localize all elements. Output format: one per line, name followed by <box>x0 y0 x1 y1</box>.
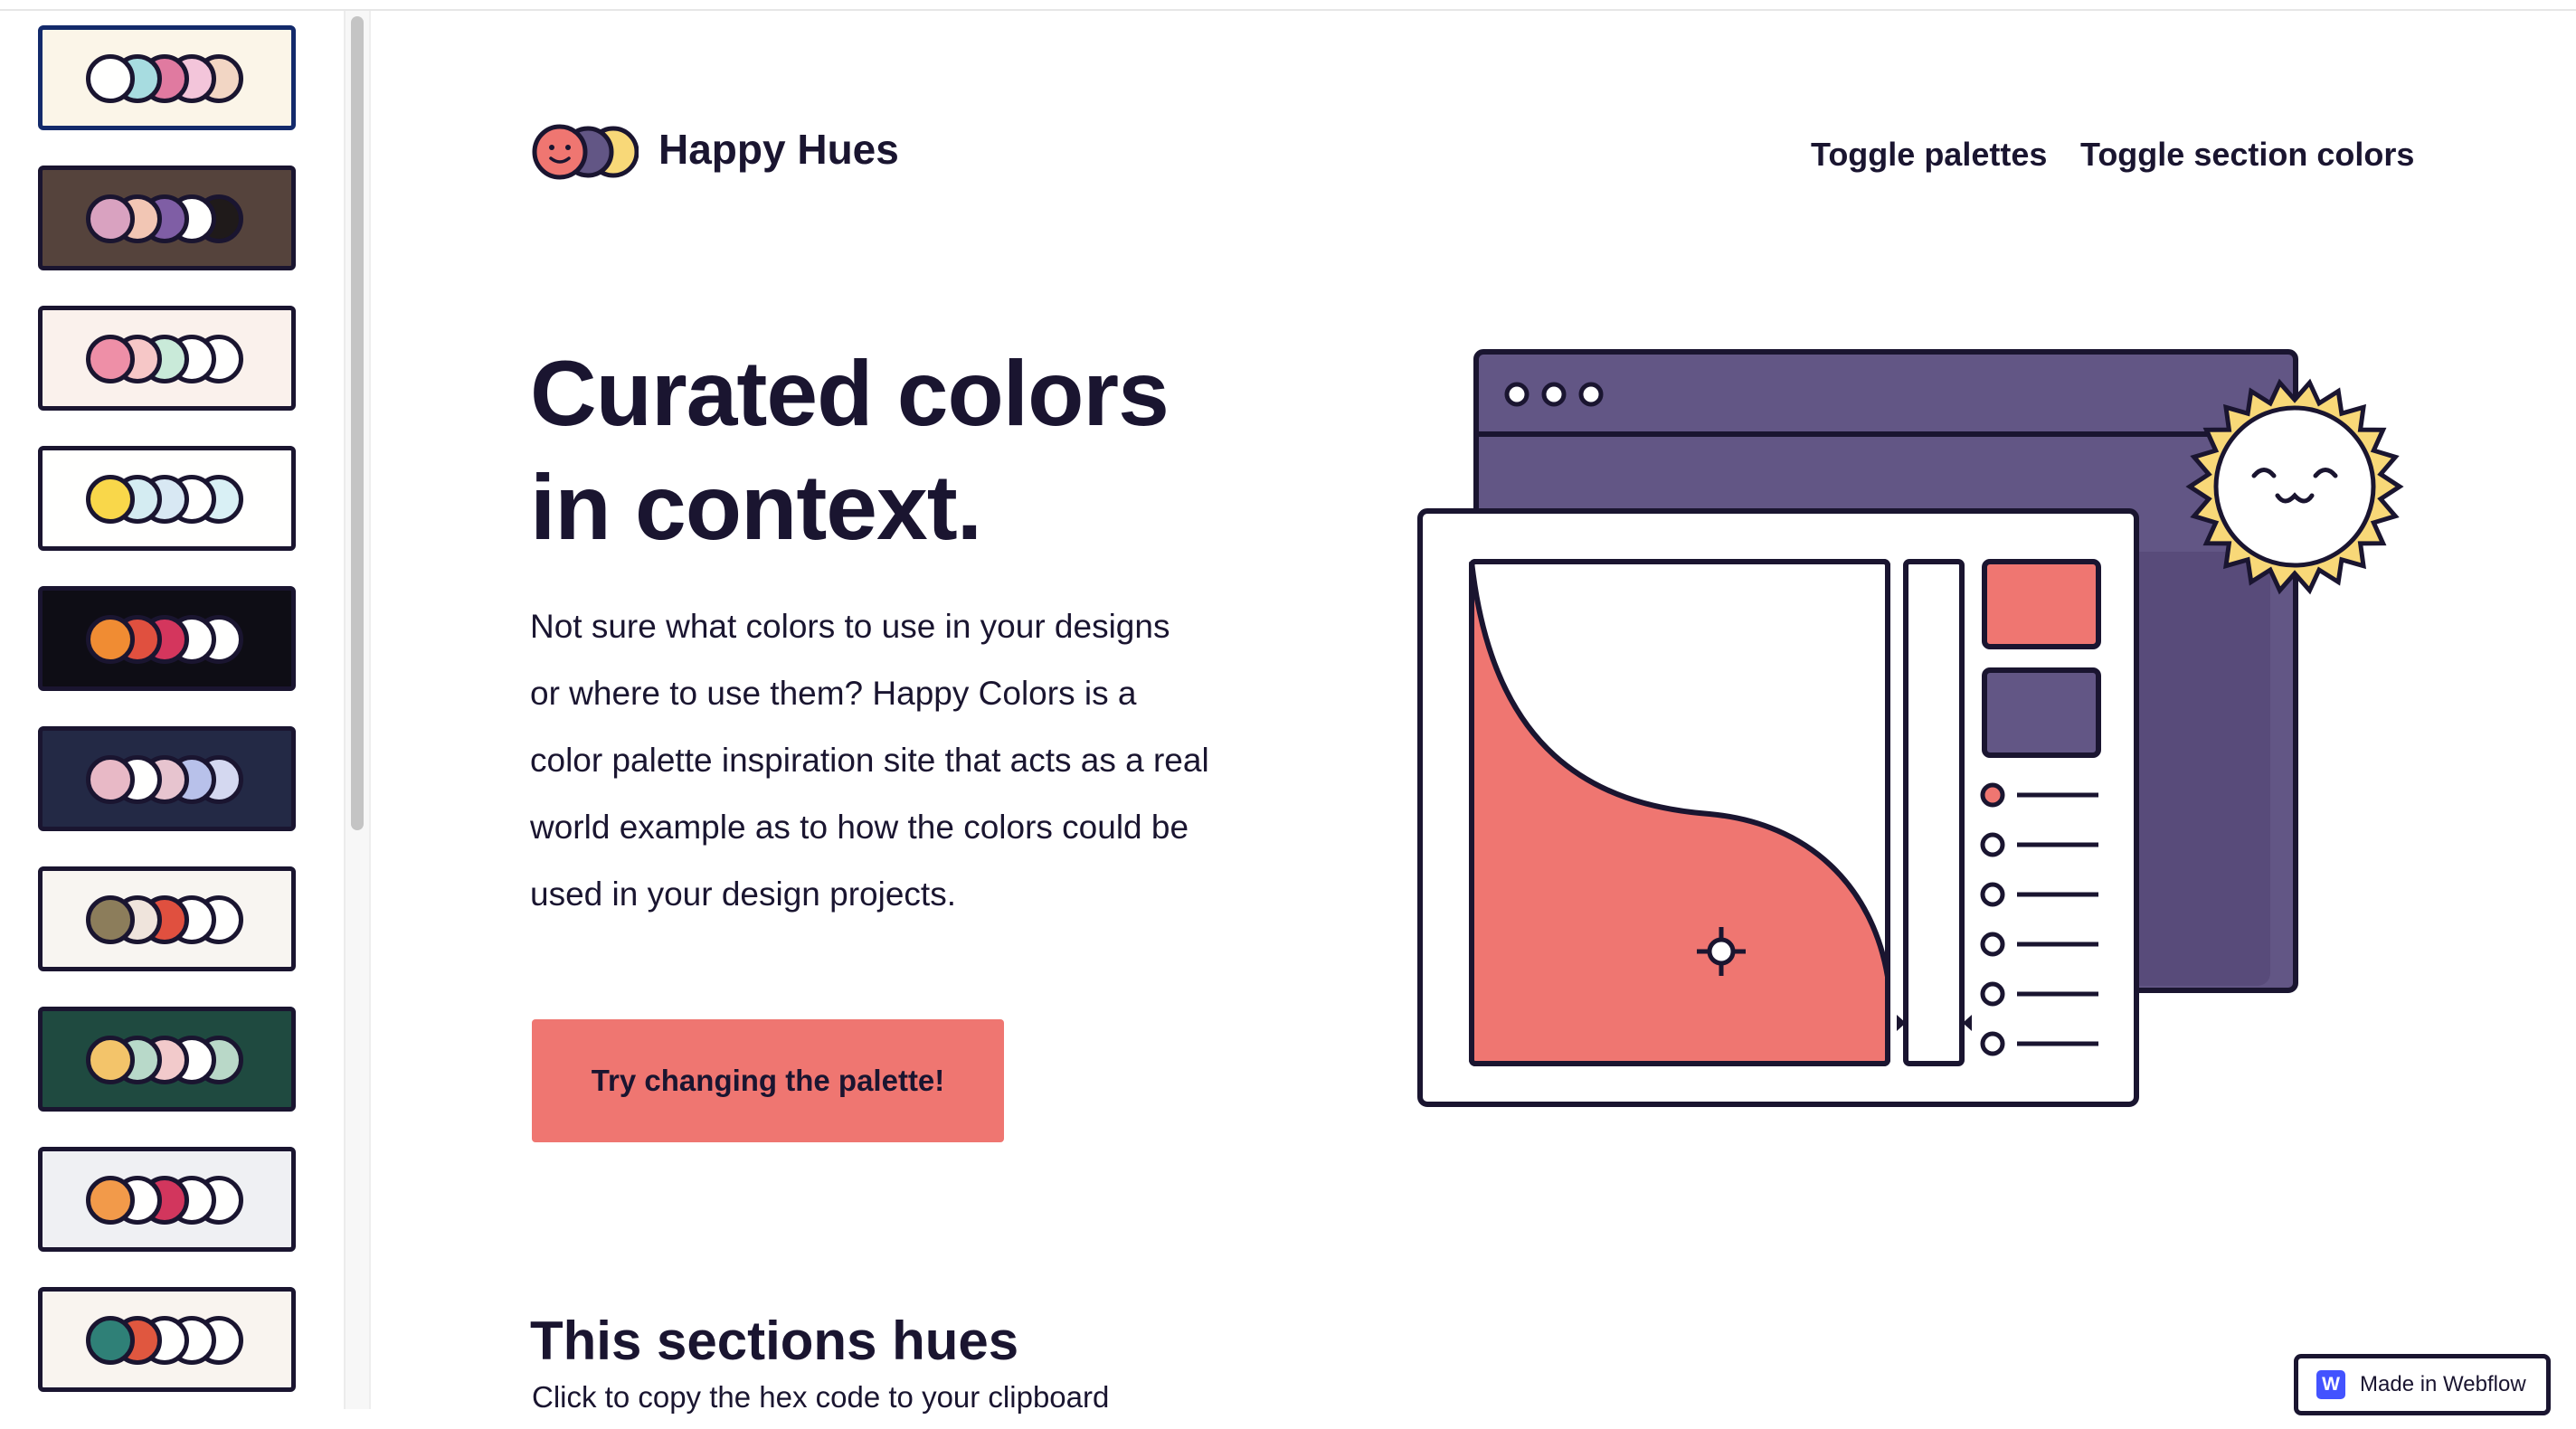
palette-card[interactable] <box>38 306 296 411</box>
hero-description: Not sure what colors to use in your desi… <box>530 593 1308 928</box>
toggle-section-colors-link[interactable]: Toggle section colors <box>2080 136 2414 174</box>
hero-text-line: world example as to how the colors could… <box>530 809 1189 846</box>
palette-color-dot <box>86 1316 135 1365</box>
try-changing-palette-button[interactable]: Try changing the palette! <box>532 1019 1004 1142</box>
palette-color-dot <box>86 1036 135 1084</box>
sidebar-scrollbar-thumb[interactable] <box>351 16 364 830</box>
palette-card[interactable] <box>38 1287 296 1392</box>
palette-color-dot <box>86 194 135 243</box>
webflow-logo-icon: W <box>2316 1370 2345 1399</box>
palette-color-dot <box>86 335 135 383</box>
palette-swatch-group <box>86 895 258 948</box>
brand-name[interactable]: Happy Hues <box>658 125 899 174</box>
hero-title-line-1: Curated colors <box>530 342 1170 445</box>
made-in-webflow-badge[interactable]: W Made in Webflow <box>2294 1354 2551 1415</box>
palette-card[interactable] <box>38 866 296 971</box>
happy-hues-logo-icon[interactable] <box>530 122 639 182</box>
palette-swatch-group <box>86 755 258 808</box>
hero-text-line: color palette inspiration site that acts… <box>530 742 1209 779</box>
palette-swatch-group <box>86 1036 258 1088</box>
section-subtitle: Click to copy the hex code to your clipb… <box>532 1380 1110 1414</box>
palette-sidebar <box>0 11 346 1409</box>
section-title: This sections hues <box>530 1311 1019 1371</box>
palette-color-dot <box>86 54 135 103</box>
palette-color-dot <box>86 475 135 524</box>
palette-card[interactable] <box>38 586 296 691</box>
front-color-picker-window <box>1417 508 2139 1107</box>
palette-card[interactable] <box>38 166 296 270</box>
hero-text-line: used in your design projects. <box>530 875 956 913</box>
palette-swatch-group <box>86 475 258 527</box>
palette-swatch-group <box>86 615 258 667</box>
browser-top-border <box>0 0 2576 11</box>
palette-color-dot <box>86 755 135 804</box>
palette-swatch-group <box>86 335 258 387</box>
palette-card[interactable] <box>38 25 296 130</box>
palette-card[interactable] <box>38 446 296 551</box>
palette-swatch-group <box>86 1316 258 1368</box>
palette-swatch-group <box>86 1176 258 1228</box>
hero-title-line-2: in context. <box>530 456 982 559</box>
palette-color-dot <box>86 895 135 944</box>
toggle-palettes-link[interactable]: Toggle palettes <box>1811 136 2047 174</box>
palette-card[interactable] <box>38 1147 296 1252</box>
palette-swatch-group <box>86 54 258 107</box>
hero-text-line: Not sure what colors to use in your desi… <box>530 608 1170 645</box>
palette-card[interactable] <box>38 1007 296 1112</box>
webflow-badge-label: Made in Webflow <box>2360 1372 2526 1396</box>
palette-swatch-group <box>86 194 258 247</box>
palette-color-dot <box>86 615 135 664</box>
hero-title: Curated colors in context. <box>530 336 1236 564</box>
hero-text-line: or where to use them? Happy Colors is a <box>530 675 1137 712</box>
palette-color-dot <box>86 1176 135 1225</box>
palette-card[interactable] <box>38 726 296 831</box>
hero-illustration <box>1417 349 2404 1107</box>
